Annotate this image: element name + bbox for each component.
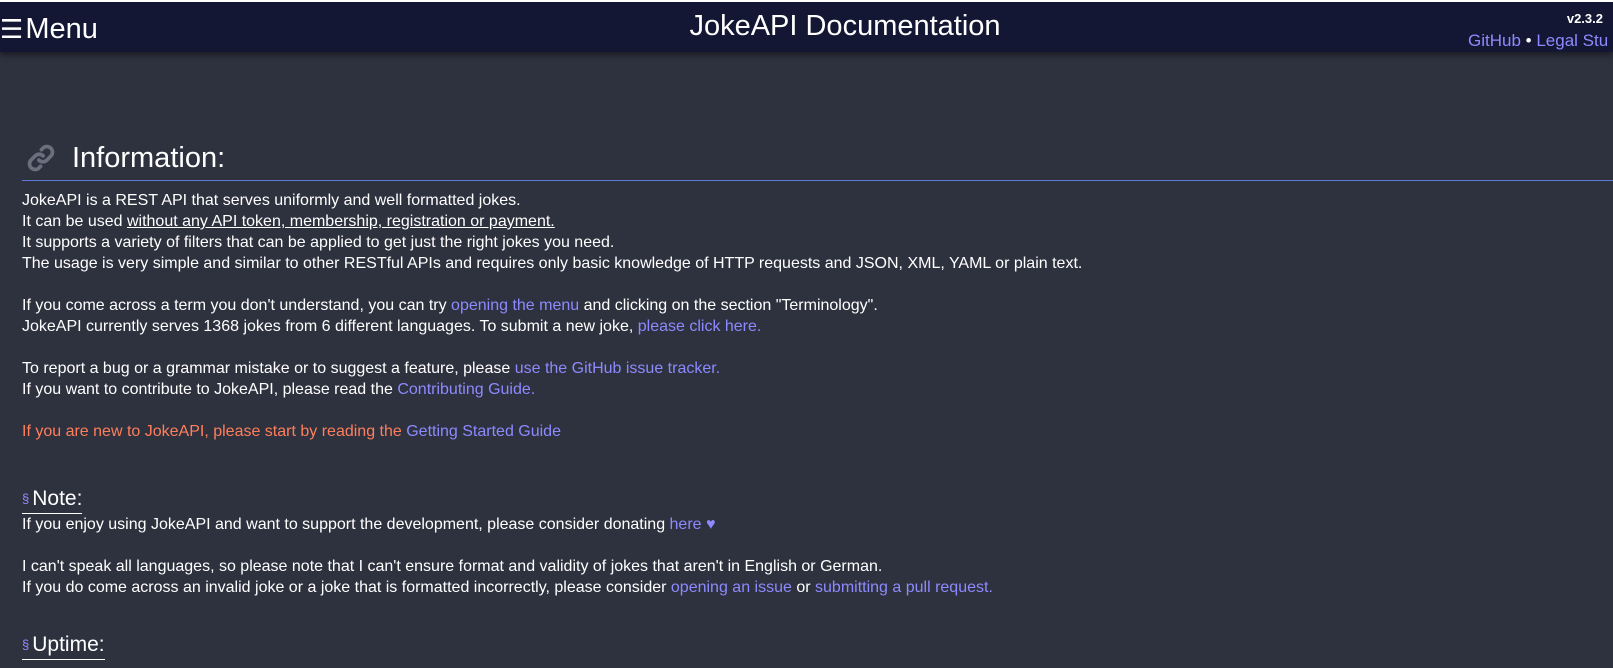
info-line: JokeAPI currently serves 1368 jokes from… (22, 316, 1613, 337)
uptime-title: Uptime: (32, 633, 105, 656)
legal-stuff-link[interactable]: Legal Stu (1536, 31, 1608, 50)
note-text: If you enjoy using JokeAPI and want to s… (22, 516, 670, 533)
top-navigation-bar: ☰ Menu JokeAPI Documentation v2.3.2 GitH… (0, 0, 1613, 52)
getting-started-link[interactable]: Getting Started Guide (406, 423, 561, 440)
note-text: or (791, 579, 816, 596)
new-user-hint: If you are new to JokeAPI, please start … (22, 423, 407, 440)
info-line: It can be used without any API token, me… (22, 211, 1613, 232)
no-token-text: without any API token, membership, regis… (126, 213, 555, 230)
pull-request-link[interactable]: submitting a pull request. (815, 579, 993, 596)
info-line: It supports a variety of filters that ca… (22, 234, 615, 251)
info-line: To report a bug or a grammar mistake or … (22, 358, 1613, 379)
header-links: GitHub • Legal Stu (1468, 31, 1608, 51)
section-anchor-icon[interactable]: § (22, 491, 29, 506)
note-text: If you do come across an invalid joke or… (22, 579, 671, 596)
note-line: I can't speak all languages, so please n… (22, 558, 883, 575)
info-line: The usage is very simple and similar to … (22, 255, 1083, 272)
submit-joke-link[interactable]: please click here. (638, 318, 762, 335)
info-text: JokeAPI currently serves 1368 jokes from… (22, 318, 638, 335)
link-separator: • (1520, 31, 1537, 50)
info-text: If you want to contribute to JokeAPI, pl… (22, 381, 398, 398)
note-line: If you enjoy using JokeAPI and want to s… (22, 514, 1613, 535)
opening-menu-link[interactable]: opening the menu (451, 297, 579, 314)
information-body: JokeAPI is a REST API that serves unifor… (22, 190, 1613, 442)
info-text: To report a bug or a grammar mistake or … (22, 360, 515, 377)
info-line: If you are new to JokeAPI, please start … (22, 421, 1613, 442)
version-label: v2.3.2 (1566, 11, 1603, 26)
donate-link[interactable]: here ♥ (670, 516, 716, 533)
note-body: If you enjoy using JokeAPI and want to s… (22, 514, 1613, 598)
github-link[interactable]: GitHub (1468, 31, 1521, 50)
link-icon[interactable] (24, 141, 58, 175)
info-line: JokeAPI is a REST API that serves unifor… (22, 192, 521, 209)
info-line: If you come across a term you don't unde… (22, 295, 1613, 316)
open-issue-link[interactable]: opening an issue (671, 579, 792, 596)
info-text: If you come across a term you don't unde… (22, 297, 452, 314)
info-line: If you want to contribute to JokeAPI, pl… (22, 379, 1613, 400)
note-title: Note: (32, 487, 83, 510)
info-text: and clicking on the section "Terminology… (579, 297, 878, 314)
page-title: JokeAPI Documentation (689, 10, 1001, 42)
info-text: It can be used (22, 213, 127, 230)
information-header: Information: (22, 136, 1613, 181)
issue-tracker-link[interactable]: use the GitHub issue tracker. (515, 360, 720, 377)
contributing-guide-link[interactable]: Contributing Guide. (397, 381, 535, 398)
main-content: Information: JokeAPI is a REST API that … (22, 136, 1613, 660)
information-title: Information: (72, 141, 226, 174)
section-anchor-icon[interactable]: § (22, 637, 29, 652)
note-line: If you do come across an invalid joke or… (22, 577, 1613, 598)
note-header: § Note: (22, 486, 83, 514)
uptime-header: § Uptime: (22, 632, 105, 660)
